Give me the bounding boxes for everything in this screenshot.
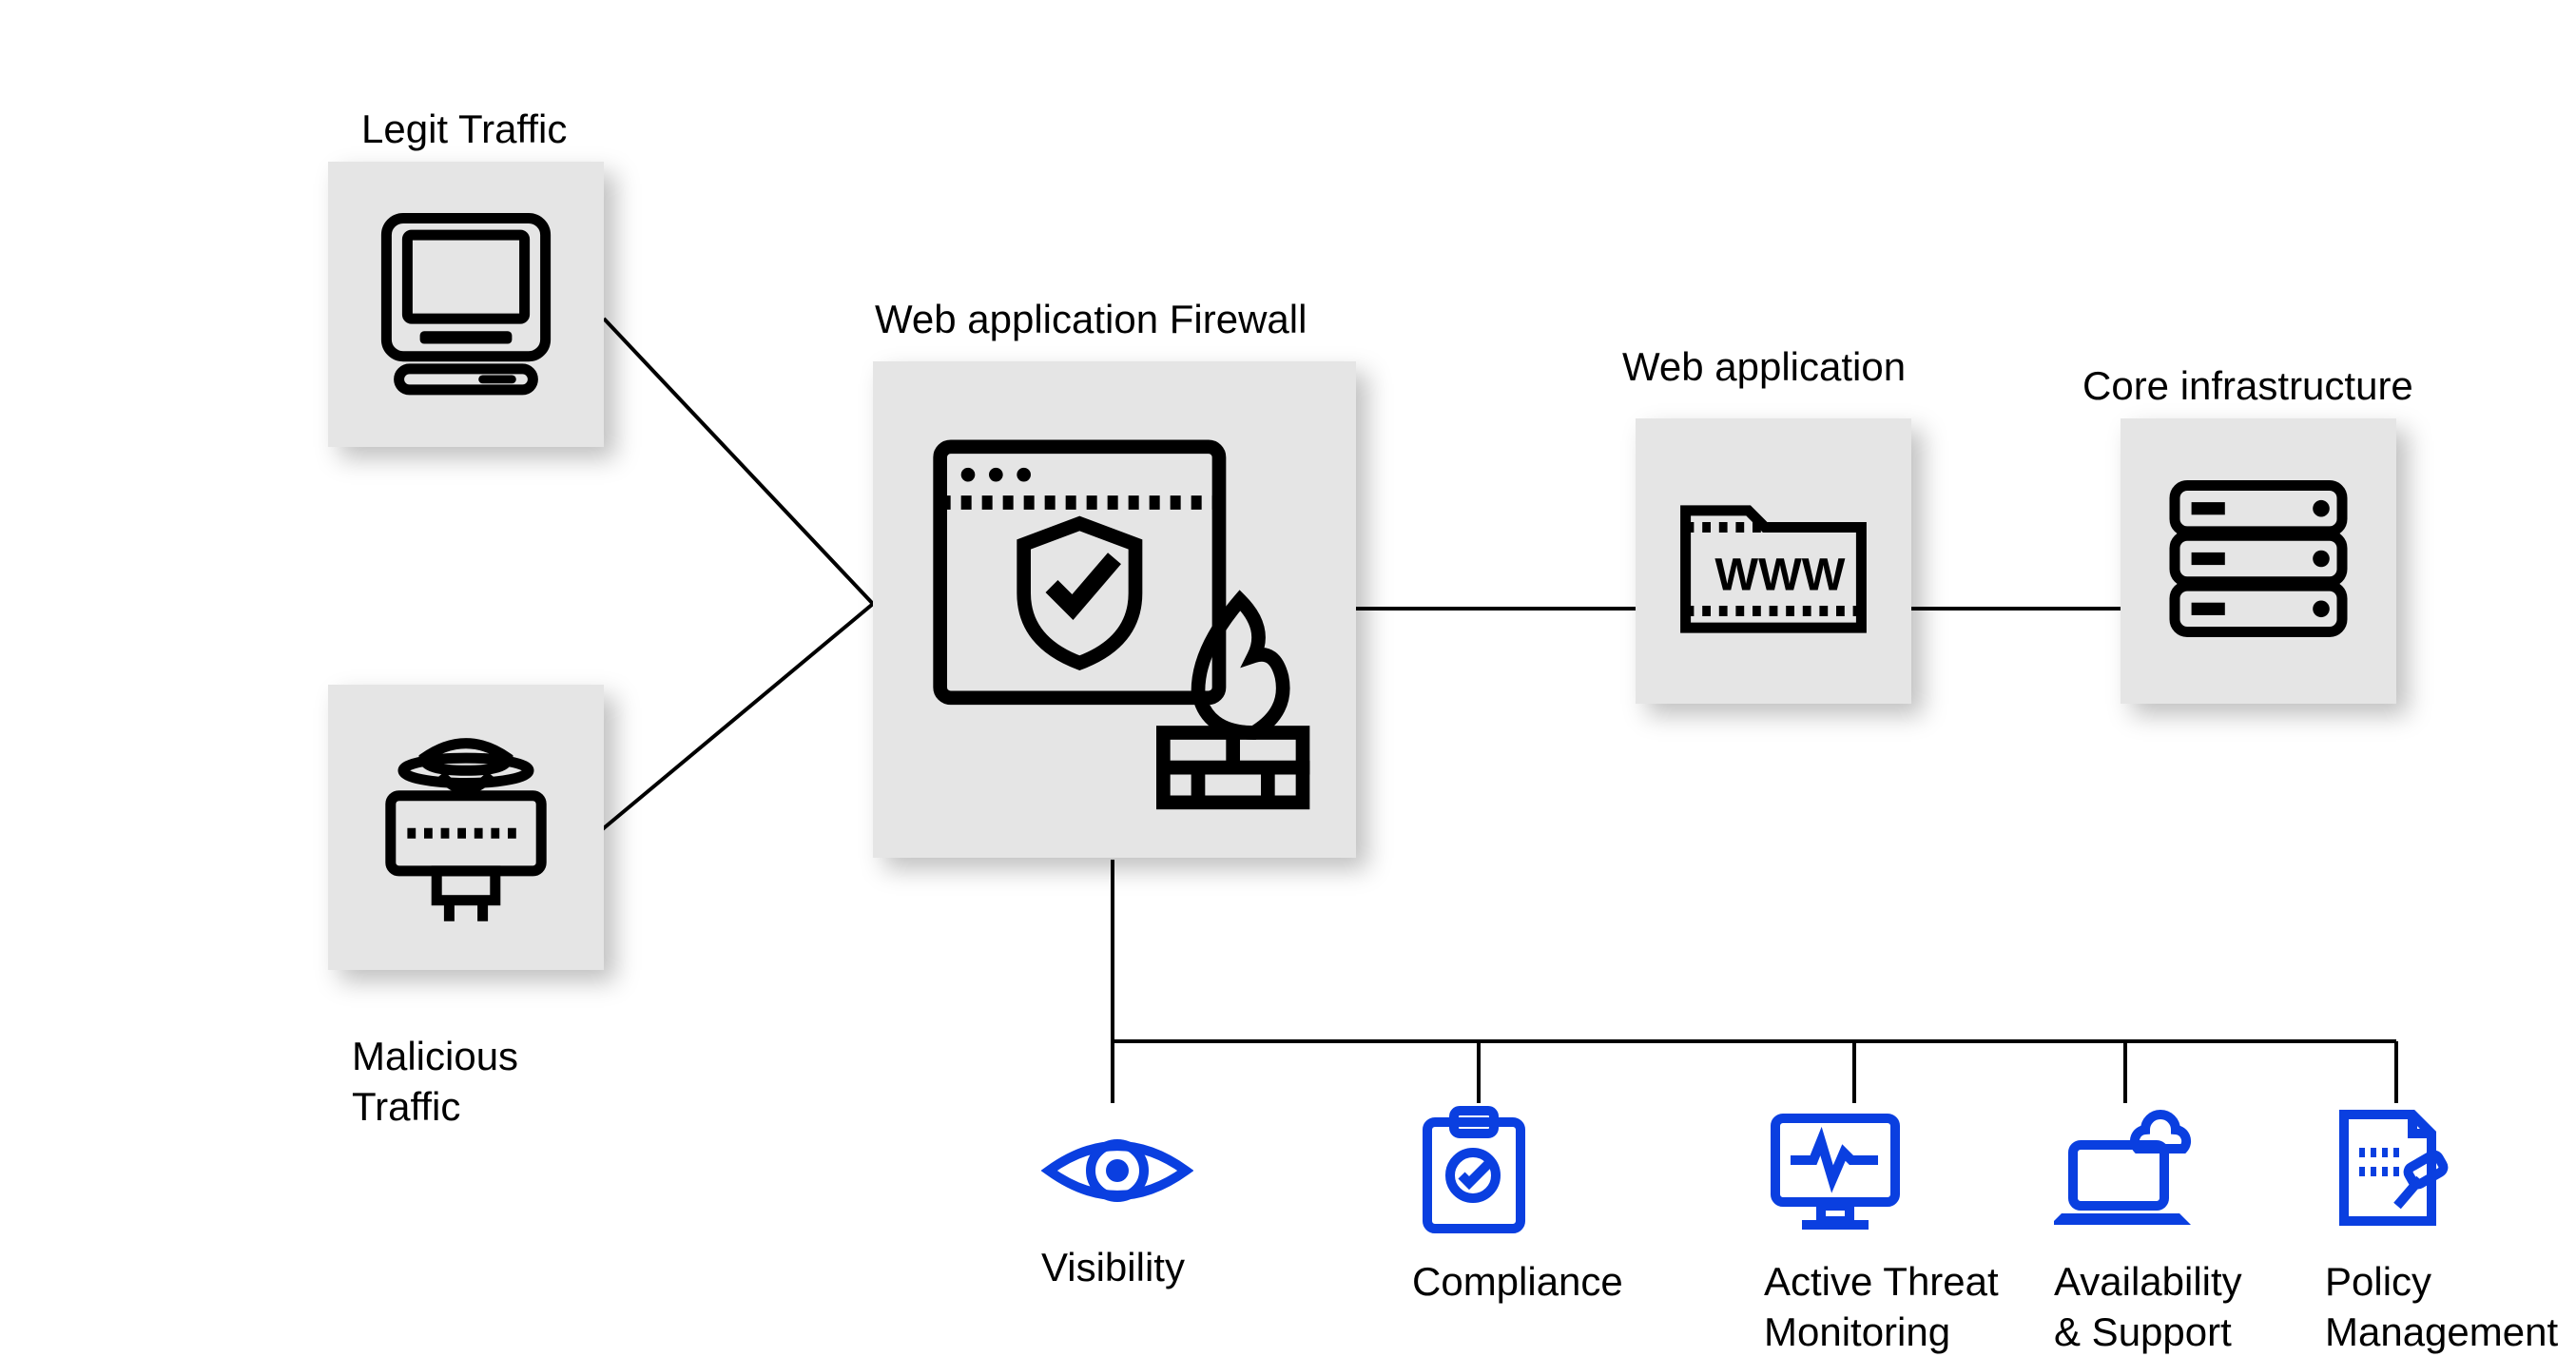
feature-compliance-label: Compliance (1412, 1257, 1623, 1308)
monitor-pulse-icon (1764, 1103, 1907, 1236)
eye-icon (1041, 1117, 1193, 1222)
feature-threat-label: Active Threat Monitoring (1764, 1257, 1999, 1357)
feature-policy: Policy Management (2325, 1103, 2576, 1357)
feature-threat: Active Threat Monitoring (1764, 1103, 2049, 1357)
feature-visibility: Visibility (1041, 1117, 1269, 1293)
webapp-label: Web application (1622, 342, 1906, 393)
waf-label: Web application Firewall (875, 295, 1307, 345)
doc-gavel-icon (2325, 1103, 2468, 1236)
feature-policy-label: Policy Management (2325, 1257, 2558, 1357)
feature-compliance: Compliance (1412, 1103, 1659, 1308)
legit-traffic-label: Legit Traffic (361, 105, 567, 155)
laptop-cloud-icon (2054, 1103, 2206, 1236)
waf-icon (905, 398, 1324, 817)
legit-traffic-node (328, 162, 604, 447)
folder-www-icon: WWW (1669, 464, 1878, 654)
hacker-icon (361, 721, 571, 930)
core-label: Core infrastructure (2082, 361, 2413, 412)
feature-visibility-label: Visibility (1041, 1243, 1185, 1293)
feature-availability: Availability & Support (2054, 1103, 2320, 1357)
core-node (2121, 418, 2396, 704)
malicious-traffic-node (328, 685, 604, 970)
malicious-traffic-label: Malicious Traffic (352, 1032, 518, 1132)
feature-availability-label: Availability & Support (2054, 1257, 2242, 1357)
computer-icon (361, 198, 571, 407)
waf-node (873, 361, 1356, 858)
server-stack-icon (2154, 464, 2363, 654)
webapp-node: WWW (1636, 418, 1911, 704)
clipboard-check-icon (1412, 1103, 1536, 1236)
svg-text:WWW: WWW (1714, 550, 1845, 601)
